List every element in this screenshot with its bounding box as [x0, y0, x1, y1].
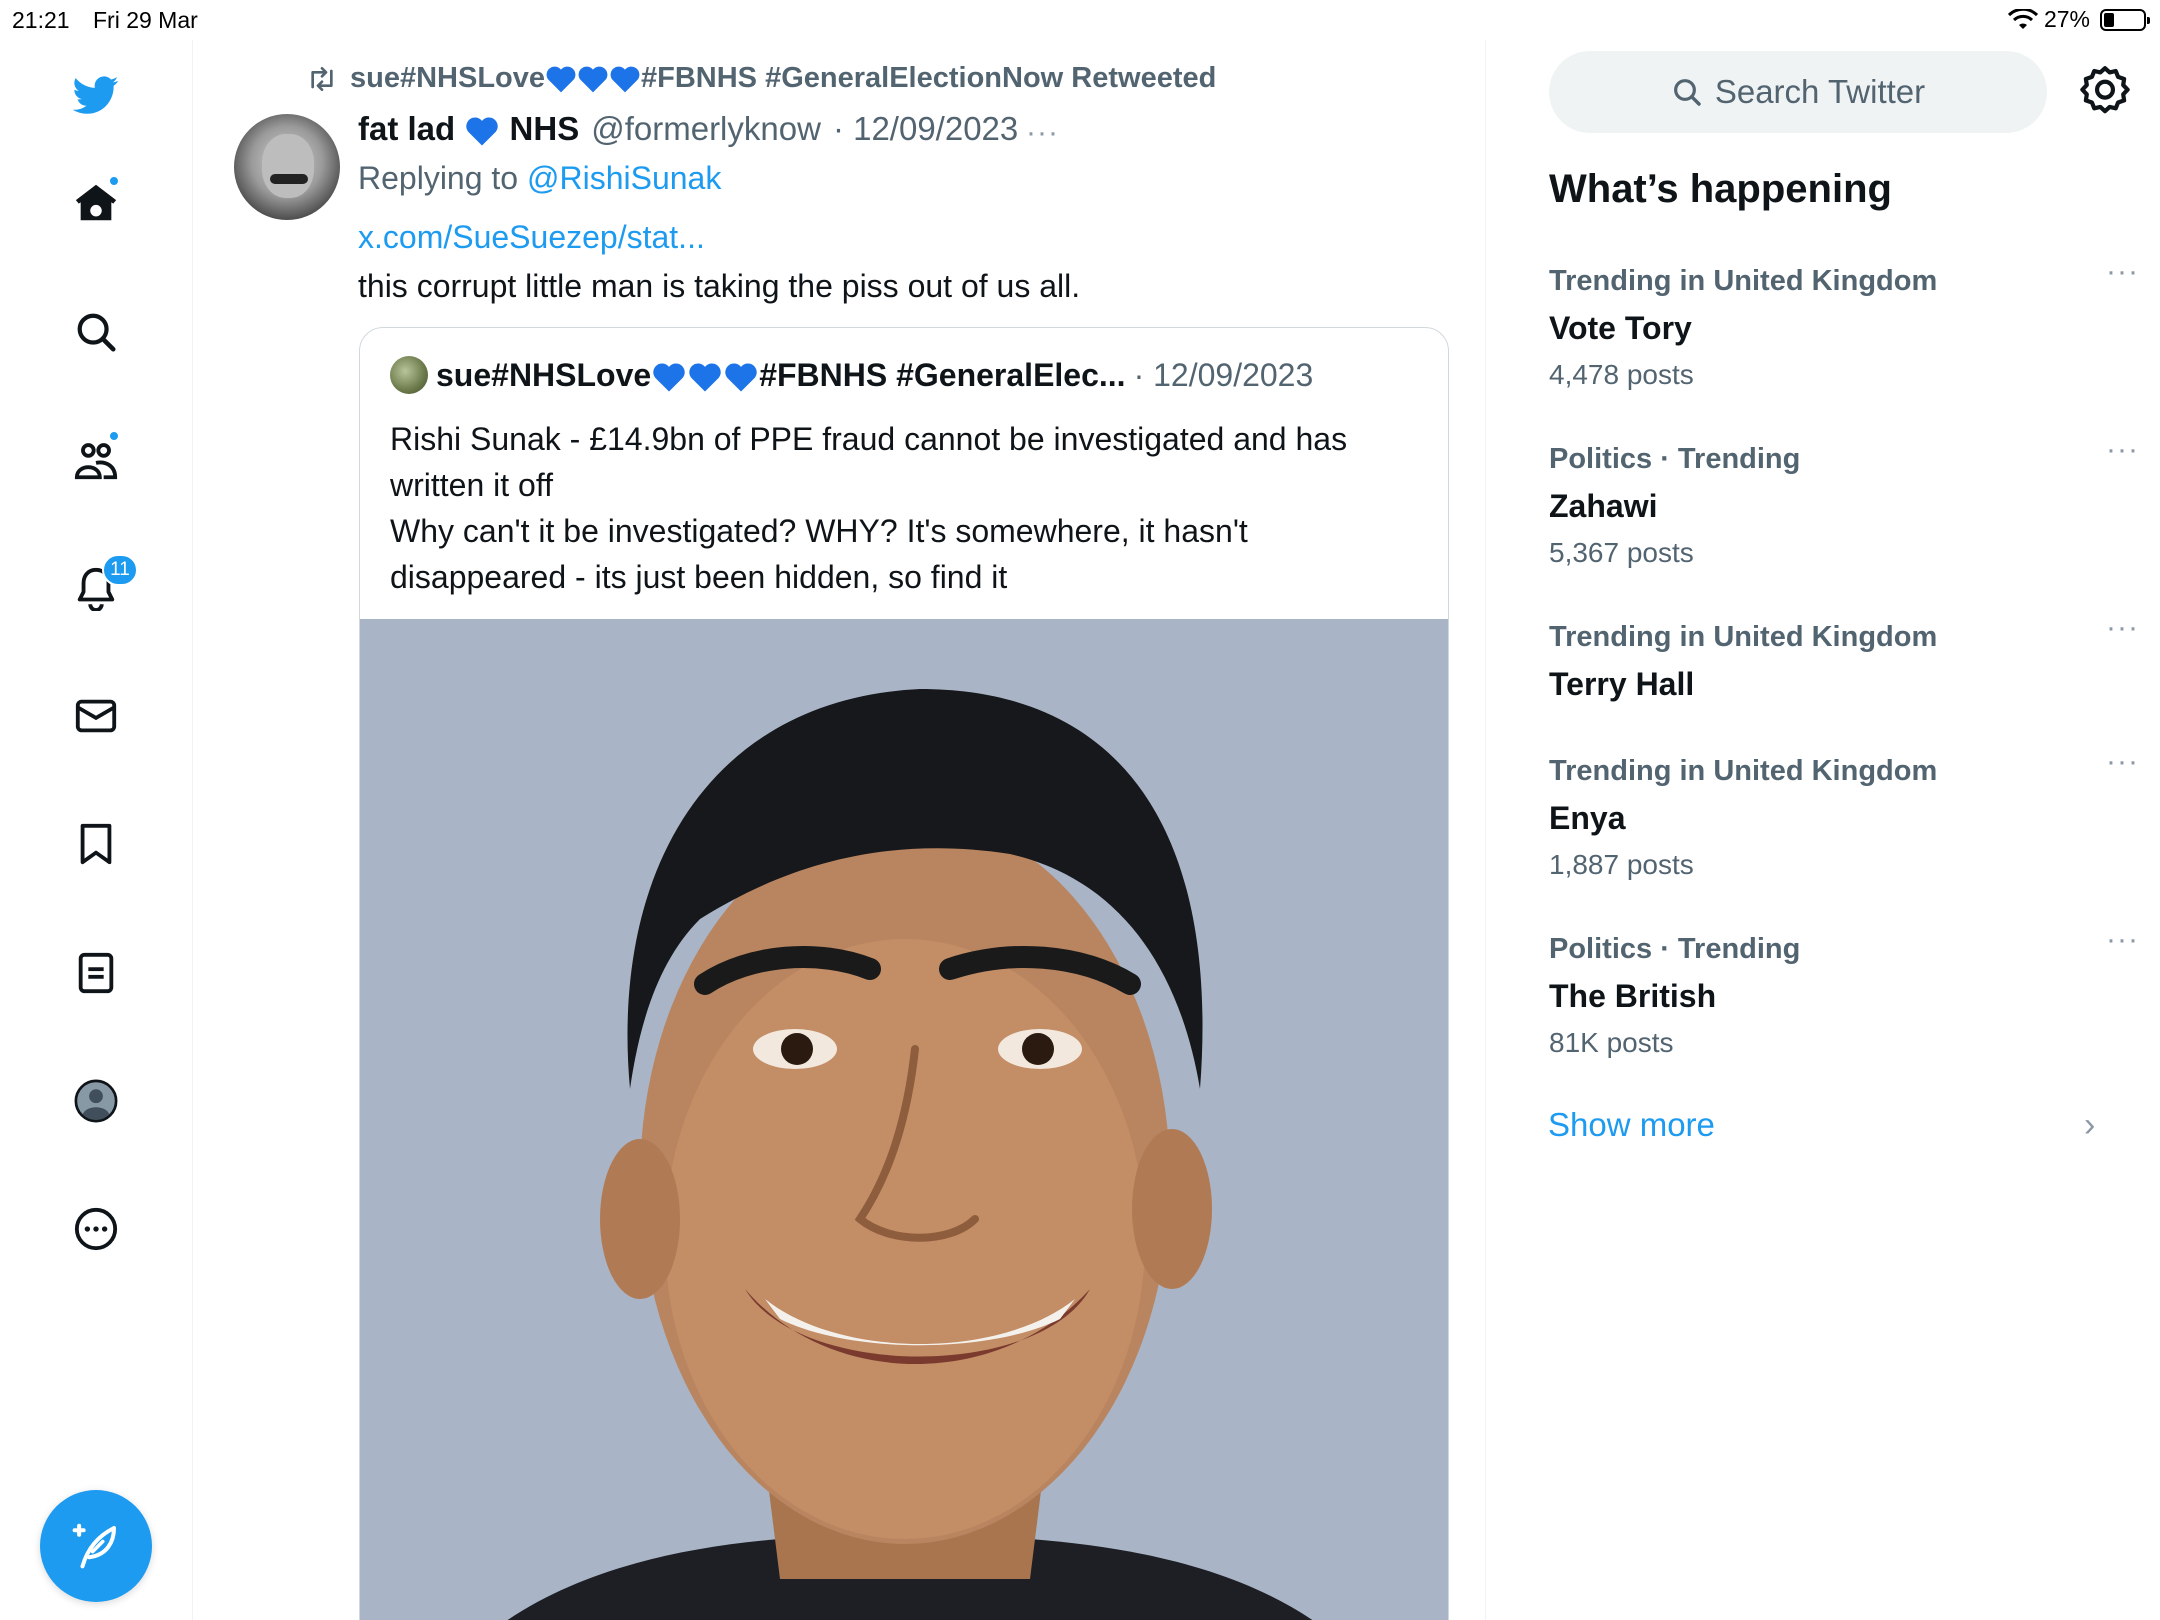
- twitter-logo-icon[interactable]: [66, 65, 126, 125]
- timeline: sue#NHSLove #FBNHS #GeneralElectionNow Re…: [194, 40, 1486, 1620]
- trend-name: Zahawi: [1549, 488, 1658, 524]
- trend-more-button[interactable]: ···: [2106, 745, 2139, 779]
- quote-image[interactable]: [360, 619, 1448, 1620]
- trend-item[interactable]: Trending in United Kingdom Vote Tory 4,4…: [1549, 255, 2138, 391]
- trend-count: 5,367 posts: [1549, 537, 1694, 568]
- communities-dot: [108, 430, 120, 442]
- lists-icon[interactable]: [66, 943, 126, 1003]
- messages-icon[interactable]: [66, 686, 126, 746]
- communities-icon[interactable]: [66, 430, 126, 490]
- status-indicators: 27%: [2007, 6, 2150, 33]
- search-icon: [1673, 79, 1701, 106]
- blue-heart-icon: [466, 117, 499, 146]
- retweet-user: sue#NHSLove: [350, 62, 546, 94]
- trend-name: Terry Hall: [1549, 666, 1695, 702]
- tweet-date[interactable]: · 12/09/2023: [833, 110, 1018, 148]
- quote-date: · 12/09/2023: [1133, 356, 1314, 393]
- trend-more-button[interactable]: ···: [2106, 923, 2139, 957]
- more-icon[interactable]: [66, 1199, 126, 1259]
- quote-line: Rishi Sunak - £14.9bn of PPE fraud canno…: [390, 421, 1348, 457]
- notifications-icon[interactable]: 11: [66, 554, 138, 618]
- trend-more-button[interactable]: ···: [2106, 611, 2139, 645]
- tweet-more-button[interactable]: ···: [1026, 116, 1059, 150]
- search-placeholder: Search Twitter: [1714, 73, 1926, 110]
- trend-item[interactable]: Trending in United Kingdom Enya 1,887 po…: [1549, 745, 2138, 881]
- trend-count: 1,887 posts: [1549, 849, 1694, 880]
- quote-line: disappeared - its just been hidden, so f…: [390, 559, 1008, 595]
- retweet-icon: [311, 66, 333, 91]
- tweet-header: fat lad NHS @formerlyknow · 12/09/2023: [358, 110, 1018, 148]
- trend-count: 81K posts: [1549, 1027, 1674, 1058]
- portrait-photo: [360, 619, 1448, 1620]
- trend-more-button[interactable]: ···: [2106, 255, 2139, 289]
- trend-context: Politics · Trending: [1549, 933, 1801, 965]
- battery-fill: [2104, 12, 2114, 27]
- quote-line: Why can't it be investigated? WHY? It's …: [390, 513, 1248, 549]
- quote-header: sue#NHSLove #FBNHS #GeneralElec... · 12/0…: [390, 356, 1313, 394]
- trend-name: Enya: [1549, 800, 1626, 836]
- status-time: 21:21: [12, 7, 70, 33]
- blue-heart-icon: [725, 363, 757, 392]
- status-bar: 21:21 Fri 29 Mar 27%: [0, 0, 2160, 40]
- profile-icon[interactable]: [66, 1071, 126, 1131]
- compose-feather-icon: [72, 1523, 117, 1569]
- blue-heart-icon: [653, 363, 685, 392]
- compose-button[interactable]: [40, 1490, 152, 1602]
- notifications-badge: 11: [102, 554, 138, 586]
- trend-context: Trending in United Kingdom: [1549, 265, 1938, 297]
- trend-item[interactable]: Trending in United Kingdom Terry Hall ··…: [1549, 611, 2138, 703]
- tweet-text: this corrupt little man is taking the pi…: [358, 268, 1081, 304]
- quote-author-name: sue#NHSLove #FBNHS #GeneralElec...: [436, 356, 1126, 393]
- blue-heart-icon: [610, 66, 640, 93]
- trend-item[interactable]: Politics · Trending Zahawi 5,367 posts ·…: [1549, 433, 2138, 569]
- right-sidebar: Search Twitter What’s happening Trending…: [1487, 40, 2160, 1620]
- retweet-tags: #FBNHS #GeneralElectionNow Retweeted: [641, 62, 1217, 94]
- trend-context: Politics · Trending: [1549, 443, 1801, 475]
- blue-heart-icon: [689, 363, 721, 392]
- show-more-link[interactable]: Show more: [1548, 1106, 1715, 1144]
- trend-context: Trending in United Kingdom: [1549, 621, 1938, 653]
- settings-gear-icon[interactable]: [2077, 64, 2133, 120]
- status-date: Fri 29 Mar: [93, 7, 198, 33]
- quote-text: Rishi Sunak - £14.9bn of PPE fraud canno…: [390, 416, 1430, 600]
- home-icon[interactable]: [66, 173, 126, 233]
- whats-happening-heading: What’s happening: [1549, 167, 1892, 211]
- author-handle[interactable]: @formerlyknow: [591, 110, 821, 148]
- trend-more-button[interactable]: ···: [2106, 433, 2139, 467]
- trend-context: Trending in United Kingdom: [1549, 755, 1938, 787]
- quote-line: written it off: [390, 467, 554, 503]
- left-nav: 11: [0, 40, 193, 1620]
- author-name[interactable]: fat lad NHS: [358, 110, 579, 148]
- trend-name: Vote Tory: [1549, 310, 1692, 346]
- quoted-tweet[interactable]: sue#NHSLove #FBNHS #GeneralElec... · 12/0…: [359, 327, 1449, 1620]
- quote-author-avatar: [390, 356, 428, 394]
- blue-heart-icon: [578, 66, 608, 93]
- battery-icon: [2100, 8, 2150, 31]
- blue-heart-icon: [546, 66, 576, 93]
- author-avatar[interactable]: [234, 114, 340, 220]
- bookmarks-icon[interactable]: [66, 814, 126, 874]
- home-dot: [108, 175, 120, 187]
- trend-name: The British: [1549, 978, 1717, 1014]
- retweet-context[interactable]: sue#NHSLove #FBNHS #GeneralElectionNow Re…: [306, 62, 1216, 95]
- trend-item[interactable]: Politics · Trending The British 81K post…: [1549, 923, 2138, 1059]
- trend-count: 4,478 posts: [1549, 359, 1694, 390]
- tweet-link[interactable]: x.com/SueSuezep/stat...: [358, 219, 705, 256]
- replying-to: Replying to @RishiSunak: [358, 160, 722, 196]
- wifi-icon: [2007, 8, 2038, 29]
- explore-icon[interactable]: [66, 302, 126, 362]
- replying-to-handle[interactable]: @RishiSunak: [527, 160, 721, 196]
- chevron-right-icon[interactable]: ›: [2084, 1106, 2095, 1145]
- search-input[interactable]: Search Twitter: [1549, 51, 2047, 133]
- battery-percent: 27%: [2043, 6, 2090, 32]
